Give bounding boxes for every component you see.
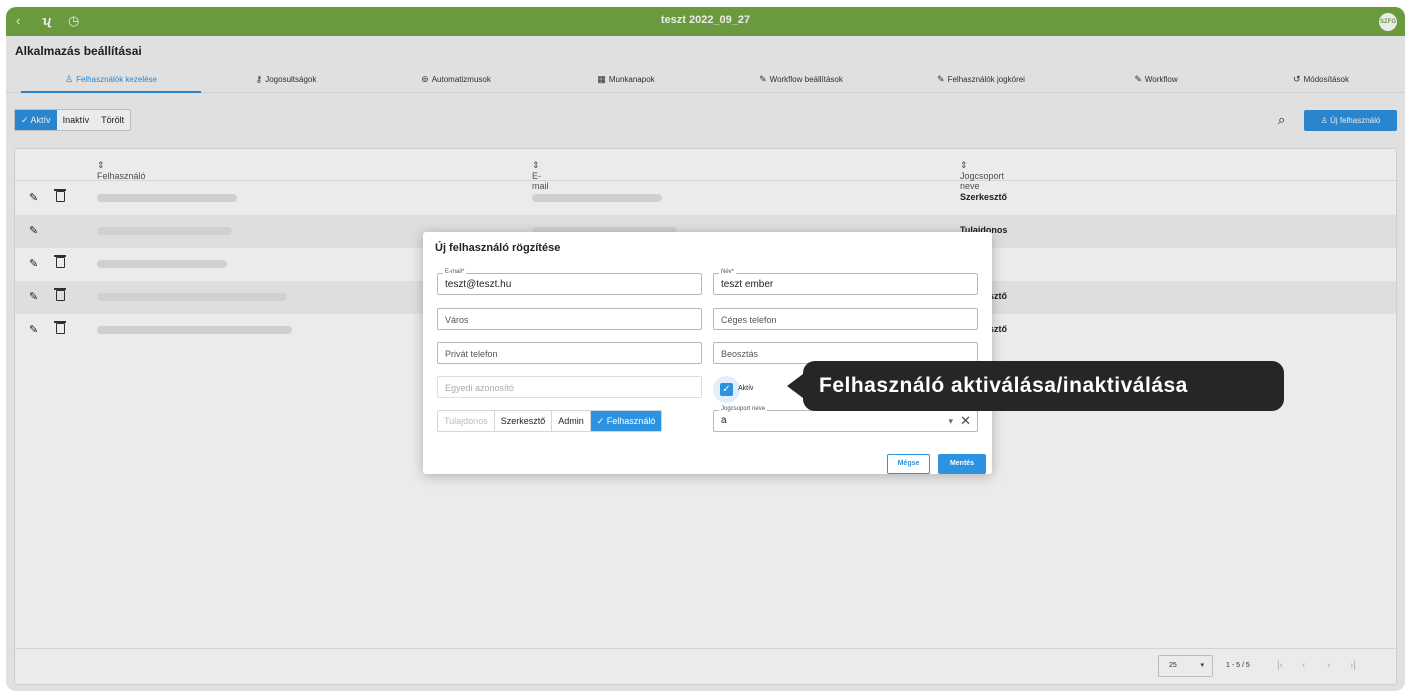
role-admin[interactable]: Admin xyxy=(552,411,591,431)
clear-icon[interactable]: ✕ xyxy=(960,413,971,429)
active-checkbox[interactable]: ✓ xyxy=(720,383,733,396)
save-button[interactable]: Mentés xyxy=(938,454,986,474)
city-field[interactable]: Város xyxy=(437,308,702,330)
cancel-button[interactable]: Mégse xyxy=(887,454,930,474)
dialog-title: Új felhasználó rögzítése xyxy=(435,242,561,254)
private-phone-field[interactable]: Privát telefon xyxy=(437,342,702,364)
company-phone-field[interactable]: Céges telefon xyxy=(713,308,978,330)
tutorial-tooltip: Felhasználó aktiválása/inaktiválása xyxy=(803,361,1284,411)
active-label: Aktív xyxy=(738,385,754,392)
new-user-dialog: Új felhasználó rögzítése E-mail* teszt@t… xyxy=(423,232,992,474)
email-field[interactable]: E-mail* teszt@teszt.hu xyxy=(437,269,702,295)
tooltip-arrow xyxy=(787,374,803,398)
identifier-field[interactable]: Egyedi azonosító xyxy=(437,376,702,398)
role-owner[interactable]: Tulajdonos xyxy=(438,411,495,431)
role-selector: Tulajdonos Szerkesztő Admin ✓ Felhasznál… xyxy=(437,410,663,432)
check-icon: ✓ xyxy=(722,384,731,395)
name-field[interactable]: Név* teszt ember xyxy=(713,269,978,295)
role-editor[interactable]: Szerkesztő xyxy=(495,411,553,431)
caret-down-icon[interactable]: ▾ xyxy=(948,416,953,427)
group-select[interactable]: Jogcsoport neve a ▾ ✕ xyxy=(713,406,978,432)
check-icon: ✓ xyxy=(596,416,607,426)
role-user[interactable]: ✓ Felhasználó xyxy=(590,411,662,431)
app-window: ‹ ʯ ◷ teszt 2022_09_27 SZFG Alkalmazás b… xyxy=(6,7,1405,691)
